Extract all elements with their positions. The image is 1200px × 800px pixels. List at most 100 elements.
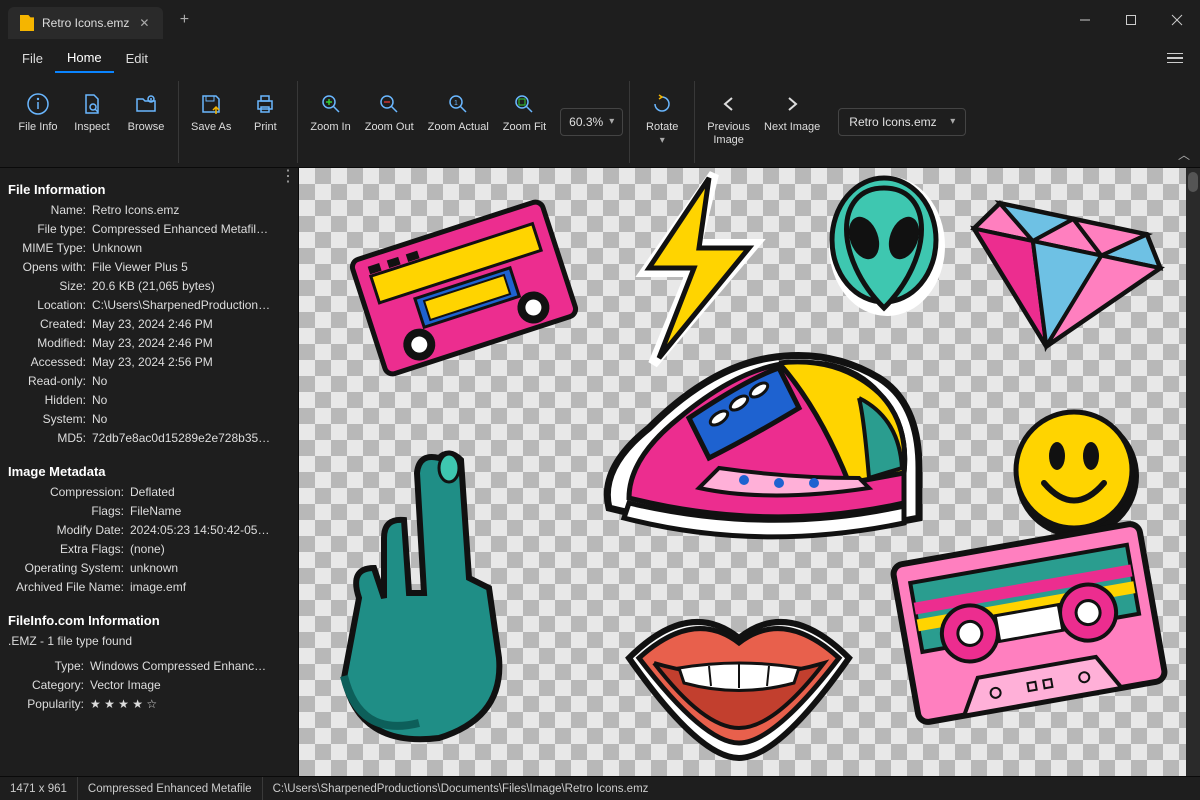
rotate-button[interactable]: Rotate▾: [636, 87, 688, 151]
zoom-actual-button[interactable]: 1 Zoom Actual: [422, 87, 495, 138]
info-value: Retro Icons.emz: [92, 201, 272, 220]
artwork-cassette-tape: [879, 508, 1179, 738]
info-key: Location:: [8, 296, 86, 315]
artwork-rock-hand: [298, 418, 609, 768]
info-row: Accessed:May 23, 2024 2:56 PM: [8, 353, 272, 372]
section-title: Image Metadata: [8, 464, 272, 479]
file-selector-value: Retro Icons.emz: [849, 115, 936, 129]
info-key: Modify Date:: [8, 521, 124, 540]
menu-file[interactable]: File: [10, 45, 55, 72]
document-tab[interactable]: Retro Icons.emz ✕: [8, 7, 163, 39]
canvas[interactable]: [298, 168, 1200, 776]
info-row: Category:Vector Image: [8, 676, 272, 695]
zoom-level-dropdown[interactable]: 60.3% ▾: [560, 108, 623, 136]
maximize-button[interactable]: [1108, 0, 1154, 40]
menu-edit[interactable]: Edit: [114, 45, 160, 72]
close-tab-icon[interactable]: ✕: [137, 16, 151, 30]
collapse-ribbon-icon[interactable]: ︿: [1178, 146, 1190, 163]
info-key: Flags:: [8, 502, 124, 521]
print-button[interactable]: Print: [239, 87, 291, 138]
info-value: May 23, 2024 2:46 PM: [92, 334, 272, 353]
zoom-in-button[interactable]: Zoom In: [304, 87, 356, 138]
info-row: Name:Retro Icons.emz: [8, 201, 272, 220]
next-image-label: Next Image: [764, 121, 820, 134]
previous-image-label: Previous Image: [707, 121, 750, 147]
info-value: No: [92, 410, 272, 429]
info-row: Opens with:File Viewer Plus 5: [8, 258, 272, 277]
menu-more-icon[interactable]: [1160, 43, 1190, 73]
info-key: MD5:: [8, 429, 86, 448]
info-row: Modify Date: 2024:05:23 14:50:42-05:00: [8, 521, 272, 540]
chevron-left-icon: [716, 91, 742, 117]
info-value: 20.6 KB (21,065 bytes): [92, 277, 272, 296]
info-row: Flags:FileName: [8, 502, 272, 521]
info-value: 2024:05:23 14:50:42-05:00: [130, 521, 272, 540]
info-value: 72db7e8ac0d15289e2e728b3593682...: [92, 429, 272, 448]
info-key: Accessed:: [8, 353, 86, 372]
info-key: System:: [8, 410, 86, 429]
info-row: Extra Flags:(none): [8, 540, 272, 559]
artwork-vhs-tape: [334, 188, 594, 388]
zoom-fit-button[interactable]: Zoom Fit: [497, 87, 552, 138]
body: File InformationName:Retro Icons.emzFile…: [0, 168, 1200, 776]
new-tab-button[interactable]: +: [169, 5, 199, 35]
inspect-button[interactable]: Inspect: [66, 87, 118, 138]
browse-icon: [133, 91, 159, 117]
info-value: Compressed Enhanced Metafile (.e...: [92, 220, 272, 239]
save-as-label: Save As: [191, 121, 231, 134]
info-key: Created:: [8, 315, 86, 334]
close-window-button[interactable]: [1154, 0, 1200, 40]
info-value: Vector Image: [90, 676, 272, 695]
info-key: Operating System:: [8, 559, 124, 578]
inspect-icon: [79, 91, 105, 117]
info-value: Deflated: [130, 483, 272, 502]
info-value: No: [92, 372, 272, 391]
info-key: Compression:: [8, 483, 124, 502]
info-value: C:\Users\SharpenedProductions\D...: [92, 296, 272, 315]
zoom-fit-icon: [511, 91, 537, 117]
info-row: Operating System: unknown: [8, 559, 272, 578]
info-key: Read-only:: [8, 372, 86, 391]
browse-label: Browse: [128, 121, 165, 134]
ribbon: File Info Inspect Browse Save As Print Z…: [0, 76, 1200, 168]
next-image-button[interactable]: Next Image: [758, 87, 826, 138]
ribbon-group-nav: Previous Image Next Image Retro Icons.em…: [695, 81, 972, 163]
info-value: May 23, 2024 2:46 PM: [92, 315, 272, 334]
info-row: Hidden:No: [8, 391, 272, 410]
print-label: Print: [254, 121, 277, 134]
artwork-lips: [599, 588, 879, 768]
zoom-fit-label: Zoom Fit: [503, 121, 546, 134]
tab-title: Retro Icons.emz: [42, 16, 129, 30]
browse-button[interactable]: Browse: [120, 87, 172, 138]
panel-more-icon[interactable]: ⋮: [278, 168, 298, 776]
rotate-icon: [649, 91, 675, 117]
vertical-scrollbar[interactable]: [1186, 168, 1200, 776]
zoom-actual-icon: 1: [445, 91, 471, 117]
titlebar: Retro Icons.emz ✕ +: [0, 0, 1200, 40]
info-key: Size:: [8, 277, 86, 296]
info-panel[interactable]: File InformationName:Retro Icons.emzFile…: [0, 168, 278, 776]
image-preview: [299, 168, 1200, 776]
artwork-diamond: [949, 168, 1179, 368]
info-key: Modified:: [8, 334, 86, 353]
info-row: Popularity:★ ★ ★ ★ ☆: [8, 695, 272, 714]
svg-text:1: 1: [454, 100, 458, 107]
menu-home[interactable]: Home: [55, 44, 114, 73]
info-value: unknown: [130, 559, 272, 578]
print-icon: [252, 91, 278, 117]
file-info-button[interactable]: File Info: [12, 87, 64, 138]
status-file-type: Compressed Enhanced Metafile: [78, 777, 263, 800]
info-key: Popularity:: [8, 695, 84, 714]
info-note: .EMZ - 1 file type found: [8, 632, 272, 651]
zoom-out-button[interactable]: Zoom Out: [359, 87, 420, 138]
info-row: Location: C:\Users\SharpenedProductions\D…: [8, 296, 272, 315]
file-selector-dropdown[interactable]: Retro Icons.emz ▾: [838, 108, 966, 136]
minimize-button[interactable]: [1062, 0, 1108, 40]
save-as-button[interactable]: Save As: [185, 87, 237, 138]
zoom-level-value: 60.3%: [569, 115, 603, 129]
previous-image-button[interactable]: Previous Image: [701, 87, 756, 151]
scrollbar-thumb[interactable]: [1188, 172, 1198, 192]
inspect-label: Inspect: [74, 121, 109, 134]
statusbar: 1471 x 961 Compressed Enhanced Metafile …: [0, 776, 1200, 800]
rotate-label: Rotate▾: [646, 121, 678, 147]
